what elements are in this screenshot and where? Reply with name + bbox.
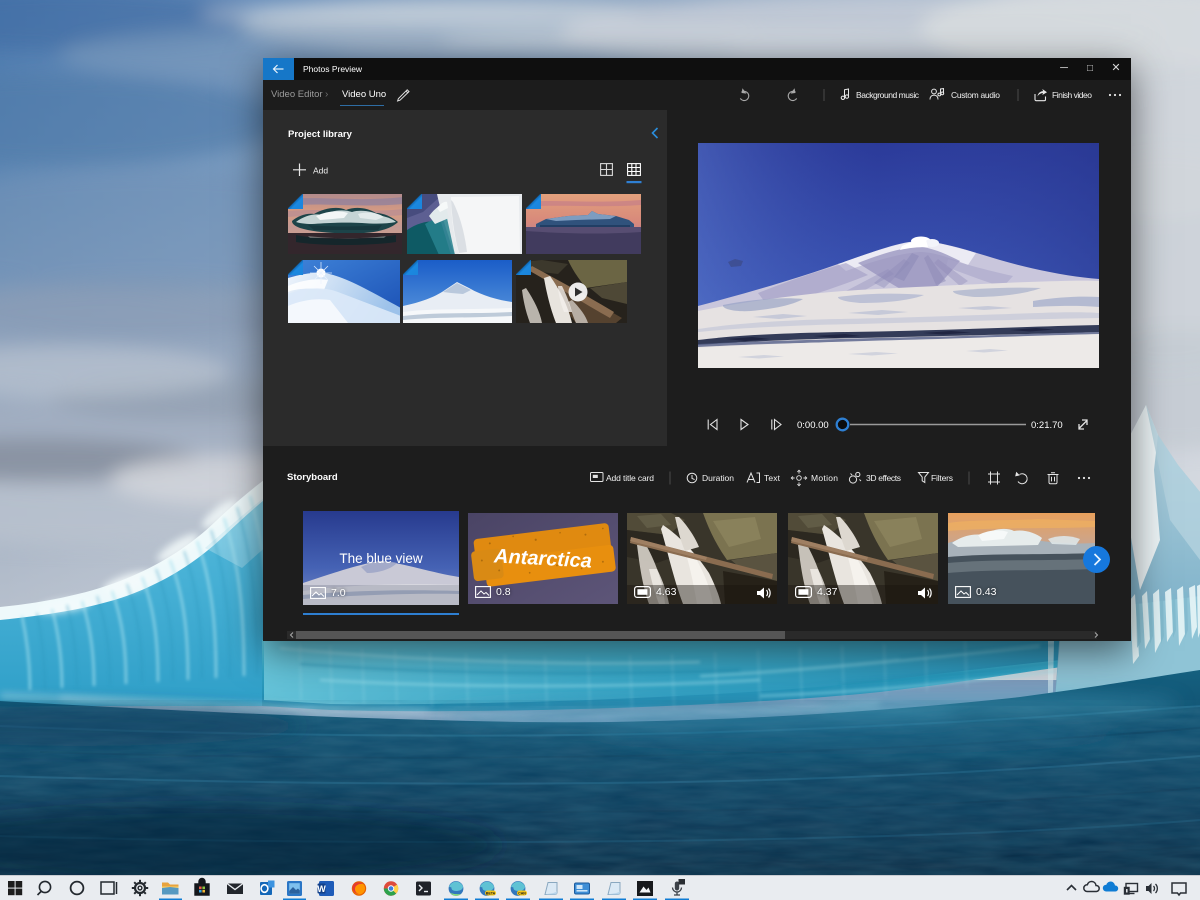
svg-text:Custom audio: Custom audio xyxy=(951,90,1000,100)
svg-text:Add title card: Add title card xyxy=(606,473,654,483)
svg-text:Text: Text xyxy=(764,473,781,483)
svg-text:Background music: Background music xyxy=(856,90,920,100)
svg-text:Motion: Motion xyxy=(811,473,838,483)
svg-text:W: W xyxy=(317,884,326,894)
svg-text:Add: Add xyxy=(313,166,328,176)
svg-text:3D effects: 3D effects xyxy=(866,473,901,483)
svg-text:Finish video: Finish video xyxy=(1052,90,1092,100)
svg-text:Filters: Filters xyxy=(931,473,953,483)
svg-text:CAN: CAN xyxy=(518,891,526,895)
svg-text:BETA: BETA xyxy=(486,891,496,895)
svg-text:0:00.00: 0:00.00 xyxy=(797,420,829,431)
svg-text:Duration: Duration xyxy=(702,473,734,483)
svg-text:0:21.70: 0:21.70 xyxy=(1031,420,1063,431)
